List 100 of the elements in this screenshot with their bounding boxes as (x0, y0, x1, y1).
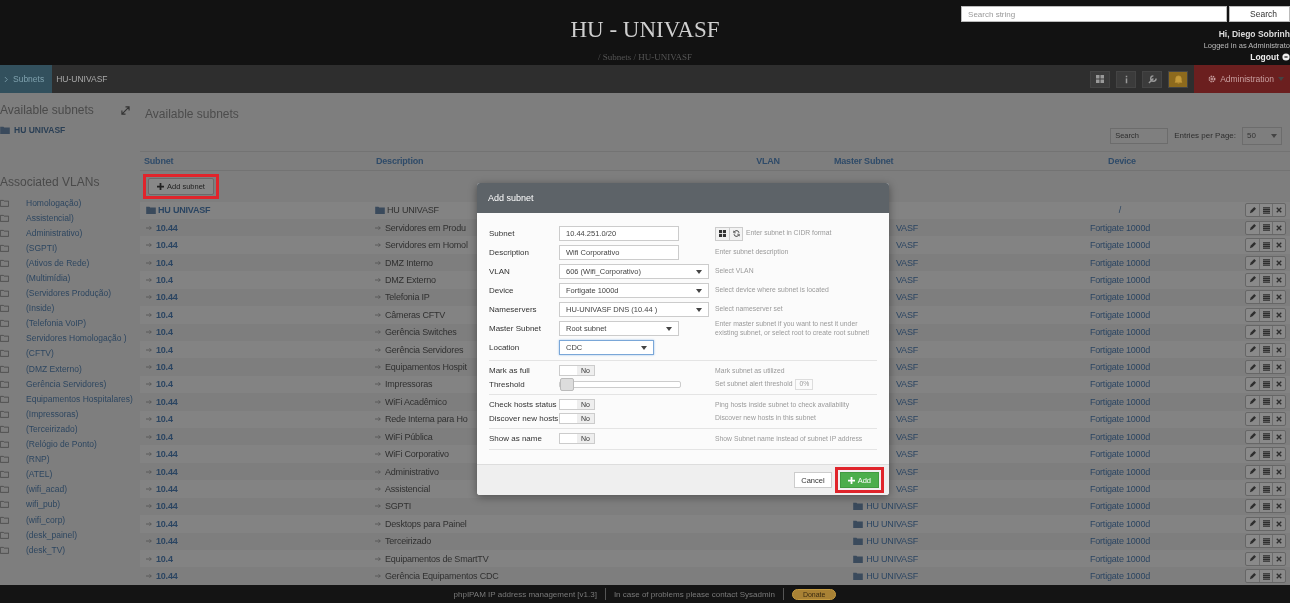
subnet-cell[interactable]: 10.4 (156, 431, 173, 442)
master-subnet-cell[interactable]: HU UNIVASF (866, 571, 918, 582)
list-button[interactable] (1259, 535, 1272, 548)
master-subnet-cell[interactable]: VASF (895, 222, 918, 233)
list-button[interactable] (1259, 291, 1272, 304)
tools-button[interactable] (1142, 70, 1163, 88)
refresh-button[interactable] (729, 227, 742, 240)
subnet-cell[interactable]: 10.4 (156, 379, 173, 390)
subnet-cell[interactable]: 10.44 (156, 292, 178, 303)
list-button[interactable] (1259, 343, 1272, 356)
vlan-item[interactable]: (Impressoras) (0, 406, 138, 422)
list-button[interactable] (1259, 413, 1272, 426)
master-subnet-cell[interactable]: VASF (895, 414, 918, 425)
vlan-item[interactable]: (Relógio de Ponto) (0, 436, 138, 452)
subnet-cell[interactable]: 10.44 (156, 484, 178, 494)
logout-link[interactable]: Logout (1250, 52, 1290, 62)
search-button[interactable]: Search (1229, 6, 1290, 22)
subnet-cell[interactable]: 10.4 (156, 309, 173, 320)
list-button[interactable] (1259, 273, 1272, 286)
subnet-cell[interactable]: 10.4 (156, 414, 173, 425)
subnet-cell[interactable]: 10.4 (156, 553, 173, 564)
list-button[interactable] (1259, 361, 1272, 374)
list-button[interactable] (1259, 308, 1272, 321)
administration-menu[interactable]: Administration (1194, 65, 1290, 93)
subnet-cell[interactable]: 10.44 (156, 240, 178, 251)
list-button[interactable] (1259, 448, 1272, 461)
subnet-cell[interactable]: 10.44 (156, 501, 178, 512)
master-subnet-cell[interactable]: VASF (895, 466, 918, 477)
master-subnet-cell[interactable]: VASF (895, 257, 918, 268)
subnet-cell[interactable]: 10.4 (156, 327, 173, 338)
master-subnet-cell[interactable]: VASF (895, 240, 918, 251)
vlan-item[interactable]: Assistencial) (0, 210, 138, 226)
vlan-item[interactable]: Equipamentos Hospitalares) (0, 391, 138, 407)
master-subnet-cell[interactable]: VASF (895, 344, 918, 355)
master-subnet-cell[interactable]: VASF (895, 431, 918, 442)
vlan-item[interactable]: (Telefonia VoIP) (0, 315, 138, 331)
list-button[interactable] (1259, 500, 1272, 513)
master-subnet-cell[interactable]: VASF (895, 396, 918, 407)
master-subnet-cell[interactable]: VASF (895, 379, 918, 390)
vlan-item[interactable]: (Ativos de Rede) (0, 255, 138, 271)
vlan-item[interactable]: (Multimídia) (0, 270, 138, 286)
vlan-item[interactable]: (DMZ Externo) (0, 361, 138, 377)
subnet-cell[interactable]: 10.44 (156, 449, 178, 460)
master-subnet-cell[interactable]: VASF (895, 362, 918, 373)
vlan-item[interactable]: (RNP) (0, 451, 138, 467)
master-subnet-cell[interactable]: HU UNIVASF (866, 518, 918, 529)
vlan-item[interactable]: (desk_painel) (0, 527, 138, 543)
vlan-item[interactable]: (Inside) (0, 300, 138, 316)
subnet-cell[interactable]: 10.44 (156, 222, 178, 233)
nav-item[interactable]: Subnets (0, 65, 53, 93)
vlan-item[interactable]: Homologação) (0, 195, 138, 211)
master-subnet-cell[interactable]: VASF (895, 327, 918, 338)
list-button[interactable] (1259, 256, 1272, 269)
vlan-item[interactable]: (wifi_corp) (0, 511, 138, 528)
master-subnet-cell[interactable]: VASF (895, 484, 918, 494)
vlan-item[interactable]: (Servidores Produção) (0, 285, 138, 301)
subnet-cell[interactable]: 10.4 (156, 344, 173, 355)
subnet-cell[interactable]: 10.44 (156, 518, 178, 529)
vlan-item[interactable]: (CFTV) (0, 345, 138, 362)
list-button[interactable] (1259, 570, 1272, 583)
notification-button[interactable] (1168, 70, 1189, 88)
subnet-cell[interactable]: 10.4 (156, 362, 173, 373)
list-button[interactable] (1259, 204, 1272, 217)
list-button[interactable] (1259, 517, 1272, 530)
list-button[interactable] (1259, 326, 1272, 339)
master-subnet-cell[interactable]: VASF (895, 449, 918, 460)
nav-item[interactable]: HU-UNIVASF (52, 65, 116, 93)
list-button[interactable] (1259, 552, 1272, 565)
master-subnet-cell[interactable]: VASF (895, 309, 918, 320)
list-button[interactable] (1259, 483, 1272, 495)
list-button[interactable] (1259, 465, 1272, 478)
subnet-cell[interactable]: 10.44 (156, 536, 178, 547)
subnet-cell[interactable]: 10.44 (156, 571, 178, 582)
subnet-cell[interactable]: 10.4 (156, 274, 173, 285)
list-button[interactable] (1259, 395, 1272, 408)
search-field[interactable]: Search string (961, 6, 1228, 22)
entries-select[interactable]: 50 (1242, 126, 1282, 145)
expand-icon[interactable] (121, 105, 130, 115)
grid-button[interactable] (1090, 70, 1111, 88)
vlan-item[interactable]: (SGPTI) (0, 240, 138, 256)
subnet-grid-button[interactable] (716, 227, 729, 240)
list-button[interactable] (1259, 430, 1272, 443)
master-subnet-cell[interactable]: VASF (895, 292, 918, 303)
subnet-cell[interactable]: 10.4 (156, 257, 173, 268)
subnet-cell[interactable]: HU UNIVASF (140, 205, 372, 216)
subnet-cell[interactable]: 10.44 (156, 396, 178, 407)
subnet-tree-item[interactable]: HU UNIVASF (0, 125, 138, 135)
slider-thumb[interactable] (560, 377, 574, 391)
vlan-item[interactable]: (wifi_acad) (0, 481, 138, 497)
list-button[interactable] (1259, 221, 1272, 234)
vlan-item[interactable]: Servidores Homologação ) (0, 330, 138, 346)
master-subnet-cell[interactable]: HU UNIVASF (866, 553, 918, 564)
vlan-item[interactable]: Administrativo) (0, 225, 138, 241)
master-subnet-cell[interactable]: VASF (895, 274, 918, 285)
vlan-item[interactable]: (Terceirizado) (0, 421, 138, 437)
vlan-item[interactable]: (desk_TV) (0, 542, 138, 558)
list-button[interactable] (1259, 378, 1272, 391)
vlan-item[interactable]: Gerência Servidores) (0, 376, 138, 392)
subnet-cell[interactable]: 10.44 (156, 466, 178, 477)
vlan-item[interactable]: (ATEL) (0, 466, 138, 482)
